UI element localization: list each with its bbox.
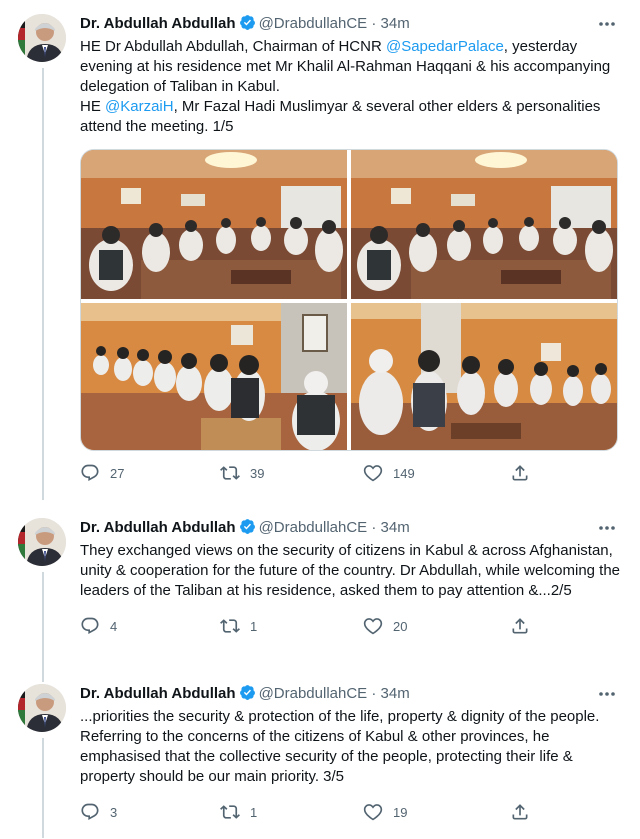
verified-badge-icon: [239, 518, 256, 535]
mention-link[interactable]: @SapedarPalace: [386, 38, 504, 55]
share-icon: [512, 465, 528, 481]
tweet-actions: 3 1 19: [80, 800, 626, 824]
reply-button[interactable]: 4: [80, 614, 117, 638]
like-button[interactable]: 149: [363, 461, 415, 485]
thread-line: [42, 68, 44, 500]
separator-dot: ·: [371, 685, 377, 702]
tweet-actions: 4 1 20: [80, 614, 626, 638]
tweet-3[interactable]: Dr. Abdullah Abdullah @DrabdullahCE · 34m…: [0, 684, 640, 838]
reply-button[interactable]: 3: [80, 800, 117, 824]
like-button[interactable]: 19: [363, 800, 407, 824]
retweet-button[interactable]: 39: [220, 461, 264, 485]
retweet-button[interactable]: 1: [220, 614, 257, 638]
share-button[interactable]: [510, 614, 530, 638]
photo-1[interactable]: [81, 150, 347, 299]
handle[interactable]: @DrabdullahCE: [259, 685, 368, 702]
photo-4[interactable]: [351, 303, 617, 450]
separator-dot: ·: [371, 15, 377, 32]
retweet-count: 1: [250, 804, 258, 820]
share-button[interactable]: [510, 461, 530, 485]
tweet-text-segment: ...priorities the security & protection …: [80, 708, 600, 785]
tweet-text-segment: HE: [80, 98, 106, 115]
retweet-button[interactable]: 1: [220, 800, 257, 824]
reply-button[interactable]: 27: [80, 461, 124, 485]
tweet-text-segment: They exchanged views on the security of …: [80, 542, 621, 599]
separator-dot: ·: [371, 519, 377, 536]
like-count: 149: [393, 465, 415, 481]
tweet-header: Dr. Abdullah Abdullah @DrabdullahCE · 34m: [80, 518, 626, 538]
reply-count: 27: [110, 465, 125, 481]
handle[interactable]: @DrabdullahCE: [259, 519, 368, 536]
tweet-header: Dr. Abdullah Abdullah @DrabdullahCE · 34m: [80, 684, 626, 704]
avatar[interactable]: [18, 684, 66, 732]
like-button[interactable]: 20: [363, 614, 407, 638]
tweet-1[interactable]: Dr. Abdullah Abdullah @DrabdullahCE · 34m…: [0, 14, 640, 500]
like-icon: [363, 618, 383, 635]
retweet-count: 39: [250, 465, 265, 481]
thread-line: [42, 572, 44, 682]
tweet-2[interactable]: Dr. Abdullah Abdullah @DrabdullahCE · 34m…: [0, 518, 640, 682]
avatar[interactable]: [18, 14, 66, 62]
like-icon: [363, 465, 383, 482]
media-grid[interactable]: [80, 149, 618, 451]
tweet-header: Dr. Abdullah Abdullah @DrabdullahCE · 34m: [80, 14, 626, 34]
timestamp[interactable]: 34m: [381, 685, 410, 702]
retweet-count: 1: [250, 618, 258, 634]
like-count: 20: [393, 618, 408, 634]
reply-icon: [81, 464, 99, 482]
like-icon: [363, 804, 383, 821]
display-name[interactable]: Dr. Abdullah Abdullah: [80, 519, 236, 536]
verified-badge-icon: [239, 684, 256, 701]
retweet-icon: [220, 466, 240, 480]
tweet-text: ...priorities the security & protection …: [80, 707, 626, 787]
reply-count: 3: [110, 804, 118, 820]
display-name[interactable]: Dr. Abdullah Abdullah: [80, 15, 236, 32]
share-icon: [512, 618, 528, 634]
tweet-actions: 27 39 149: [80, 461, 626, 485]
reply-icon: [81, 803, 99, 821]
display-name[interactable]: Dr. Abdullah Abdullah: [80, 685, 236, 702]
mention-link[interactable]: @KarzaiH: [105, 98, 174, 115]
photo-2[interactable]: [351, 150, 617, 299]
timestamp[interactable]: 34m: [381, 519, 410, 536]
reply-icon: [81, 617, 99, 635]
avatar[interactable]: [18, 518, 66, 566]
like-count: 19: [393, 804, 408, 820]
share-icon: [512, 804, 528, 820]
more-icon[interactable]: [596, 14, 618, 34]
more-icon[interactable]: [596, 518, 618, 538]
verified-badge-icon: [239, 14, 256, 31]
retweet-icon: [220, 619, 240, 633]
handle[interactable]: @DrabdullahCE: [259, 15, 368, 32]
tweet-text-segment: HE Dr Abdullah Abdullah, Chairman of HCN…: [80, 38, 386, 55]
retweet-icon: [220, 805, 240, 819]
tweet-text: They exchanged views on the security of …: [80, 541, 626, 601]
tweet-text: HE Dr Abdullah Abdullah, Chairman of HCN…: [80, 37, 626, 137]
photo-3[interactable]: [81, 303, 347, 450]
reply-count: 4: [110, 618, 118, 634]
timestamp[interactable]: 34m: [381, 15, 410, 32]
share-button[interactable]: [510, 800, 530, 824]
thread-line: [42, 738, 44, 838]
more-icon[interactable]: [596, 684, 618, 704]
